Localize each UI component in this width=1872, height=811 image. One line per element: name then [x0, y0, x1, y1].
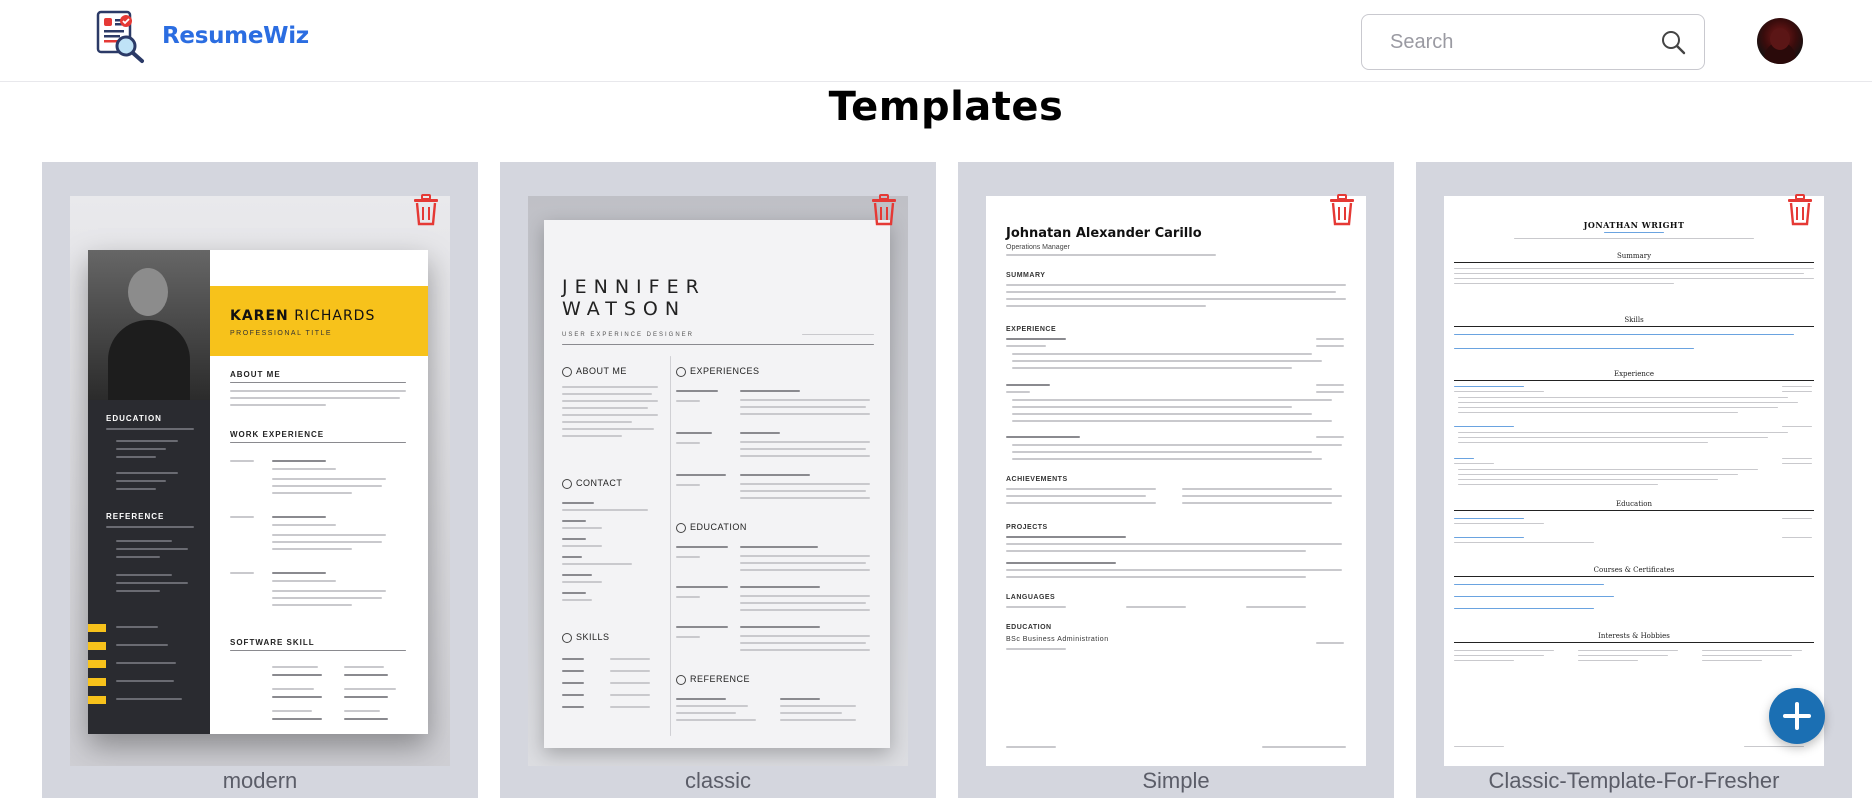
brand-logo[interactable]: ResumeWiz	[92, 8, 309, 64]
template-card-simple[interactable]: Johnatan Alexander Carillo Operations Ma…	[958, 162, 1394, 798]
user-avatar[interactable]	[1757, 18, 1803, 64]
template-name: classic	[684, 768, 751, 793]
template-card-modern[interactable]: EDUCATION REFERENCE KAREN RICHARDS PROFE…	[42, 162, 478, 798]
add-template-button[interactable]	[1769, 688, 1825, 744]
template-name: Simple	[1142, 768, 1210, 793]
template-name: Classic-Template-For-Fresher	[1488, 768, 1780, 793]
template-preview[interactable]: EDUCATION REFERENCE KAREN RICHARDS PROFE…	[70, 196, 450, 766]
trash-icon[interactable]	[1786, 194, 1814, 226]
resume-logo-icon	[96, 10, 144, 63]
search-box[interactable]	[1361, 14, 1705, 70]
template-preview[interactable]: JONATHAN WRIGHT Summary Skills Experienc…	[1444, 196, 1824, 766]
brand-name: ResumeWiz	[162, 23, 309, 49]
trash-icon[interactable]	[412, 194, 440, 226]
trash-icon[interactable]	[870, 194, 898, 226]
template-preview[interactable]: JENNIFER WATSON USER EXPERINCE DESIGNER A…	[528, 196, 908, 766]
trash-icon[interactable]	[1328, 194, 1356, 226]
search-input[interactable]	[1390, 30, 1660, 54]
template-preview[interactable]: Johnatan Alexander Carillo Operations Ma…	[986, 196, 1366, 766]
template-card-classic[interactable]: JENNIFER WATSON USER EXPERINCE DESIGNER A…	[500, 162, 936, 798]
page-title: Templates	[828, 84, 1064, 130]
search-icon[interactable]	[1660, 29, 1686, 55]
app-header: ResumeWiz	[0, 0, 1872, 82]
template-name: modern	[222, 768, 298, 793]
